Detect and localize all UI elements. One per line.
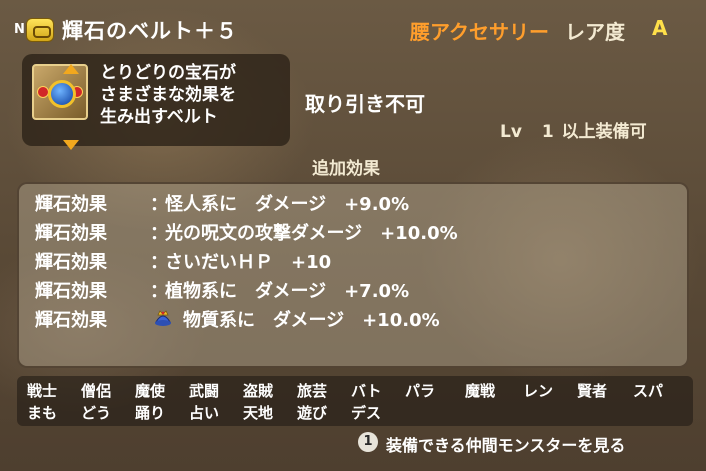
arrow-up-icon[interactable] — [63, 64, 79, 74]
level-value: 1 — [541, 122, 554, 142]
effect-text: さいだいＨＰ +10 — [165, 252, 332, 273]
job-label: まも — [27, 404, 58, 422]
job-label: 遊び — [297, 404, 328, 422]
job-label: 踊り — [135, 404, 166, 422]
job-label: 占い — [189, 404, 220, 422]
job-label: 賢者 — [577, 382, 608, 400]
job-label: 戦士 — [27, 382, 58, 400]
job-label: デス — [351, 404, 382, 422]
button-1-icon: 1 — [358, 432, 378, 452]
rarity-value: A — [652, 16, 668, 40]
item-category: 腰アクセサリー — [410, 20, 549, 44]
job-label: 魔使 — [135, 382, 166, 400]
job-label: 武闘 — [189, 382, 220, 400]
effect-text: 植物系に ダメージ +7.0% — [165, 281, 410, 302]
job-label: 天地 — [243, 404, 274, 422]
effect-label: 輝石効果 — [35, 281, 107, 302]
item-name: 輝石のベルト＋５ — [62, 19, 238, 43]
king-slime-icon — [155, 310, 171, 326]
job-label: 魔戦 — [465, 382, 496, 400]
effect-label: 輝石効果 — [35, 223, 107, 244]
belt-icon — [26, 18, 54, 42]
trade-status: 取り引き不可 — [305, 92, 425, 116]
item-description: とりどりの宝石が さまざまな効果を 生み出すベルト — [100, 63, 236, 127]
job-label: レン — [523, 382, 554, 400]
equippable-jobs: 戦士 僧侶 魔使 武闘 盗賊 旅芸 バト パラ 魔戦 レン 賢者 スパ まも ど… — [17, 376, 693, 426]
new-mark: N — [14, 22, 25, 37]
view-ally-monsters-label: 装備できる仲間モンスターを見る — [386, 436, 626, 455]
item-header: N 輝石のベルト＋５ 腰アクセサリー レア度 A — [0, 12, 706, 56]
rarity-label: レア度 — [565, 20, 625, 44]
effect-text: 光の呪文の攻撃ダメージ +10.0% — [165, 223, 458, 244]
job-label: 僧侶 — [81, 382, 112, 400]
arrow-down-icon[interactable] — [63, 140, 79, 150]
effect-text: 物質系に ダメージ +10.0% — [183, 310, 440, 331]
effect-label: 輝石効果 — [35, 310, 107, 331]
gem-belt-icon — [32, 64, 88, 150]
job-label: スパ — [633, 382, 664, 400]
item-description-panel: とりどりの宝石が さまざまな効果を 生み出すベルト — [22, 54, 290, 150]
job-label: 盗賊 — [243, 382, 274, 400]
job-label: 旅芸 — [297, 382, 328, 400]
level-requirement: Lv 1 以上装備可 — [500, 117, 661, 142]
level-label: Lv — [500, 122, 522, 142]
effect-text: 怪人系に ダメージ +9.0% — [165, 194, 410, 215]
effect-label: 輝石効果 — [35, 252, 107, 273]
level-suffix: 以上装備可 — [561, 122, 647, 142]
effect-label: 輝石効果 — [35, 194, 107, 215]
job-label: バト — [351, 382, 382, 400]
job-label: パラ — [405, 382, 436, 400]
effects-panel: 輝石効果 ： 怪人系に ダメージ +9.0% 輝石効果 ： 光の呪文の攻撃ダメー… — [17, 182, 689, 368]
effects-title: 追加効果 — [312, 159, 380, 179]
job-label: どう — [81, 404, 112, 422]
